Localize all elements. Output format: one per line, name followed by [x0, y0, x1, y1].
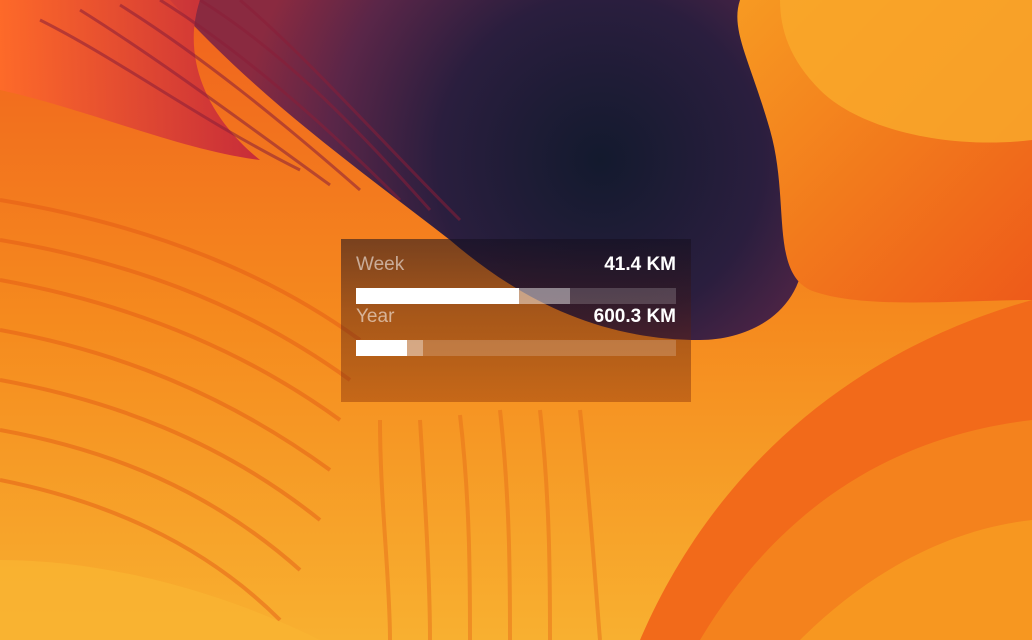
- week-row: Week 41.4 KM: [356, 252, 676, 304]
- year-row: Year 600.3 KM: [356, 304, 676, 356]
- week-progress-fill: [356, 288, 520, 304]
- week-label: Week: [356, 254, 405, 275]
- year-label: Year: [356, 306, 395, 327]
- year-progress-fill: [356, 340, 408, 356]
- week-distance-value: 41.4 KM: [604, 254, 676, 275]
- distance-widget: Week 41.4 KM Year 600.3 KM: [341, 239, 691, 402]
- year-progress-bar: [356, 340, 676, 356]
- year-distance-value: 600.3 KM: [593, 306, 676, 327]
- week-progress-bar: [356, 288, 676, 304]
